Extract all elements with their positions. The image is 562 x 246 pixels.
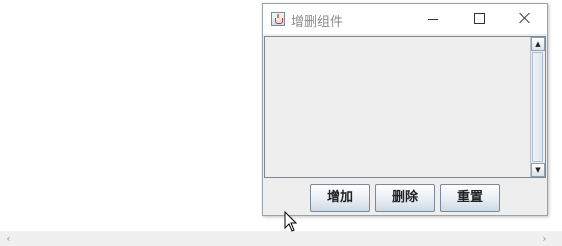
minimize-button[interactable]	[410, 4, 456, 34]
horizontal-scrollbar[interactable]: ‹ ›	[0, 231, 562, 246]
window-title: 增删组件	[291, 15, 344, 30]
reset-button[interactable]: 重置	[440, 184, 500, 212]
close-button[interactable]	[502, 4, 548, 34]
close-icon	[519, 12, 531, 24]
title-bar[interactable]: 增删组件	[263, 4, 547, 34]
maximize-icon	[474, 13, 485, 24]
java-cup-icon	[271, 12, 285, 26]
scroll-down-button[interactable]: ▼	[531, 163, 545, 177]
delete-button[interactable]: 删除	[375, 184, 435, 212]
add-button[interactable]: 增加	[310, 184, 370, 212]
button-row: 增加 删除 重置	[263, 184, 547, 212]
scroll-up-button[interactable]: ▲	[531, 37, 545, 51]
maximize-button[interactable]	[456, 4, 502, 34]
scroll-left-button[interactable]: ‹	[0, 231, 17, 246]
mouse-cursor-icon	[284, 211, 298, 232]
component-list[interactable]: ▲ ▼	[264, 36, 546, 178]
app-window: 增删组件 ▲ ▼ 增加 删除 重置	[262, 3, 548, 216]
scroll-thumb[interactable]	[532, 52, 543, 162]
vertical-scrollbar[interactable]: ▲ ▼	[530, 37, 545, 177]
minimize-icon	[428, 19, 438, 20]
scroll-right-button[interactable]: ›	[536, 231, 553, 246]
